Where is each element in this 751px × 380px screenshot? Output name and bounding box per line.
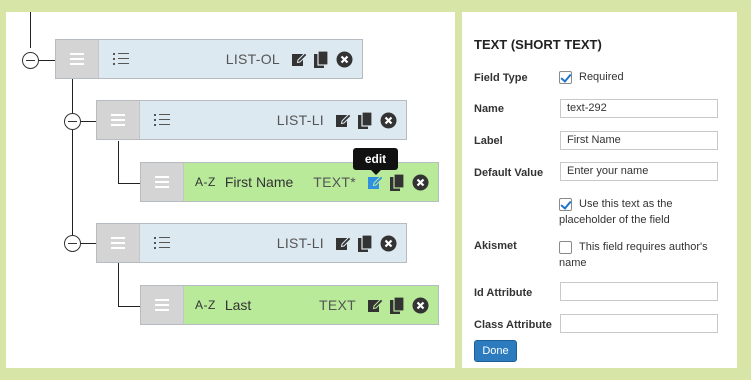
delete-icon[interactable] <box>412 174 429 191</box>
unordered-list-icon <box>154 236 170 250</box>
tree-connector <box>80 243 96 244</box>
hamburger-icon <box>70 53 84 65</box>
drag-handle[interactable] <box>141 286 184 324</box>
collapse-toggle-list-li-2[interactable] <box>64 235 81 252</box>
delete-icon[interactable] <box>336 51 353 68</box>
default-value-input[interactable]: Enter your name <box>560 162 718 181</box>
tree-row-list-li[interactable]: LIST-LI <box>96 100 407 140</box>
id-attribute-input[interactable] <box>560 282 718 301</box>
tree-connector <box>38 60 56 61</box>
text-field-icon: A-Z <box>195 175 216 189</box>
hamburger-icon <box>155 299 169 311</box>
tree-connector <box>80 121 96 122</box>
edit-icon[interactable] <box>334 235 351 252</box>
tree-connector <box>118 183 140 184</box>
hamburger-icon <box>155 176 169 188</box>
class-attribute-input[interactable] <box>560 314 718 333</box>
name-input[interactable]: text-292 <box>560 99 718 118</box>
tree-connector <box>118 141 119 183</box>
hamburger-icon <box>111 114 125 126</box>
field-type-label: Field Type <box>474 72 528 84</box>
row-type-label: LIST-LI <box>276 112 324 128</box>
edit-icon[interactable] <box>334 112 351 129</box>
required-label: Required <box>579 71 624 83</box>
required-checkbox[interactable] <box>559 71 572 84</box>
row-field-label: First Name <box>224 174 294 190</box>
collapse-toggle-list-li-1[interactable] <box>64 113 81 130</box>
default-value-label: Default Value <box>474 167 544 179</box>
id-attribute-label: Id Attribute <box>474 287 533 299</box>
unordered-list-icon <box>154 113 170 127</box>
ordered-list-icon <box>113 52 129 66</box>
tree-connector <box>72 79 73 241</box>
row-type-label: LIST-LI <box>276 235 324 251</box>
name-label: Name <box>474 103 504 115</box>
collapse-toggle-list-ol[interactable] <box>22 52 39 69</box>
tree-connector <box>118 263 119 306</box>
delete-icon[interactable] <box>380 112 397 129</box>
label-input[interactable]: First Name <box>560 131 718 150</box>
copy-icon[interactable] <box>389 173 406 191</box>
row-type-label: TEXT <box>319 297 356 313</box>
drag-handle[interactable] <box>97 101 140 139</box>
settings-title: TEXT (SHORT TEXT) <box>474 37 602 52</box>
drag-handle[interactable] <box>56 40 99 78</box>
text-field-icon: A-Z <box>195 298 216 312</box>
placeholder-option-text: Use this text as the <box>579 198 673 210</box>
copy-icon[interactable] <box>389 296 406 314</box>
akismet-checkbox[interactable] <box>559 241 572 254</box>
edit-icon[interactable] <box>366 174 383 191</box>
row-type-label: TEXT* <box>313 174 356 190</box>
akismet-option-text: name <box>559 257 587 269</box>
copy-icon[interactable] <box>357 234 374 252</box>
use-as-placeholder-checkbox[interactable] <box>559 198 572 211</box>
hamburger-icon <box>111 237 125 249</box>
form-tree-panel: LIST-OL LIST-LI A-Z First Name TEXT* edi… <box>6 12 455 368</box>
akismet-option-text: This field requires author's <box>579 241 708 253</box>
class-attribute-label: Class Attribute <box>474 319 552 331</box>
edit-tooltip: edit <box>353 148 398 175</box>
tree-row-last[interactable]: A-Z Last TEXT <box>140 285 439 325</box>
field-settings-panel: TEXT (SHORT TEXT) Field Type Required Na… <box>462 12 737 368</box>
drag-handle[interactable] <box>97 224 140 262</box>
copy-icon[interactable] <box>357 111 374 129</box>
placeholder-option-text: placeholder of the field <box>559 214 670 226</box>
tree-row-list-ol[interactable]: LIST-OL <box>55 39 363 79</box>
drag-handle[interactable] <box>141 163 184 201</box>
delete-icon[interactable] <box>412 297 429 314</box>
row-type-label: LIST-OL <box>225 51 280 67</box>
row-field-label: Last <box>224 297 252 313</box>
label-label: Label <box>474 135 503 147</box>
akismet-label: Akismet <box>474 240 517 252</box>
edit-icon[interactable] <box>366 297 383 314</box>
tree-row-list-li[interactable]: LIST-LI <box>96 223 407 263</box>
copy-icon[interactable] <box>313 50 330 68</box>
done-button[interactable]: Done <box>474 340 517 362</box>
tree-connector <box>30 12 31 48</box>
tree-connector <box>118 306 140 307</box>
edit-icon[interactable] <box>290 51 307 68</box>
delete-icon[interactable] <box>380 235 397 252</box>
